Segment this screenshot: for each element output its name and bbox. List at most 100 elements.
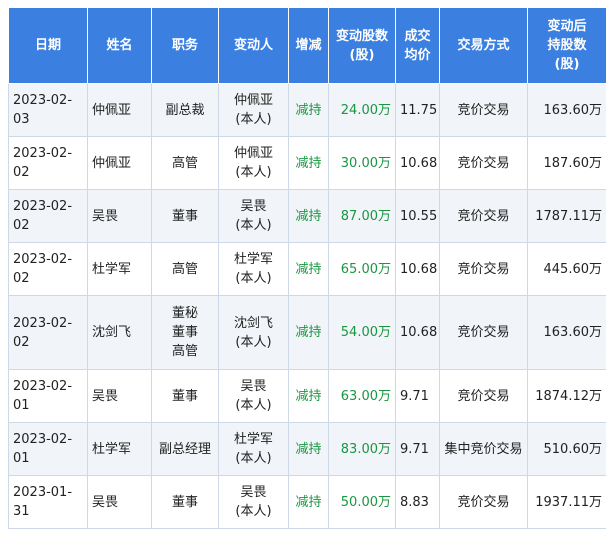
cell-direction: 减持 bbox=[288, 83, 329, 137]
table-row: 2023-02-01 杜学军 副总经理 杜学军 (本人) 减持 83.00万 9.… bbox=[8, 422, 606, 476]
changer-note: (本人) bbox=[235, 451, 272, 466]
cell-position: 董秘 董事 高管 bbox=[151, 295, 219, 370]
changer-note: (本人) bbox=[235, 504, 272, 519]
cell-direction: 减持 bbox=[288, 136, 329, 190]
cell-changer: 仲佩亚 (本人) bbox=[218, 136, 289, 190]
header-position: 职务 bbox=[151, 7, 219, 84]
cell-holding: 1787.11万 bbox=[527, 189, 606, 243]
cell-direction: 减持 bbox=[288, 369, 329, 423]
position-line: 董事 bbox=[171, 325, 198, 340]
changer-name: 杜学军 bbox=[233, 432, 273, 447]
cell-changer: 吴畏 (本人) bbox=[218, 475, 289, 529]
cell-method: 集中竞价交易 bbox=[439, 422, 528, 476]
cell-direction: 减持 bbox=[288, 242, 329, 296]
cell-position: 高管 bbox=[151, 242, 219, 296]
cell-date: 2023-02-02 bbox=[8, 189, 88, 243]
cell-date: 2023-02-02 bbox=[8, 242, 88, 296]
cell-holding: 187.60万 bbox=[527, 136, 606, 190]
cell-changer: 仲佩亚 (本人) bbox=[218, 83, 289, 137]
position-line: 高管 bbox=[171, 261, 198, 277]
cell-date: 2023-02-03 bbox=[8, 83, 88, 137]
cell-position: 副总经理 bbox=[151, 422, 219, 476]
cell-price: 10.68 bbox=[395, 295, 440, 370]
cell-date: 2023-02-01 bbox=[8, 369, 88, 423]
position-line: 董事 bbox=[171, 208, 198, 224]
changer-name: 吴畏 bbox=[240, 199, 267, 214]
cell-changer: 吴畏 (本人) bbox=[218, 189, 289, 243]
cell-method: 竞价交易 bbox=[439, 83, 528, 137]
changer-name: 杜学军 bbox=[233, 252, 273, 267]
changer-name: 吴畏 bbox=[240, 379, 267, 394]
cell-changer: 吴畏 (本人) bbox=[218, 369, 289, 423]
cell-date: 2023-02-01 bbox=[8, 422, 88, 476]
header-date: 日期 bbox=[8, 7, 88, 84]
cell-method: 竞价交易 bbox=[439, 136, 528, 190]
cell-holding: 445.60万 bbox=[527, 242, 606, 296]
header-direction: 增减 bbox=[288, 7, 329, 84]
table-row: 2023-02-01 吴畏 董事 吴畏 (本人) 减持 63.00万 9.71 竞… bbox=[8, 369, 606, 423]
table-row: 2023-01-31 吴畏 董事 吴畏 (本人) 减持 50.00万 8.83 竞… bbox=[8, 475, 606, 529]
changer-name: 仲佩亚 bbox=[233, 93, 273, 108]
cell-price: 10.55 bbox=[395, 189, 440, 243]
cell-name: 吴畏 bbox=[87, 475, 152, 529]
cell-position: 副总裁 bbox=[151, 83, 219, 137]
cell-date: 2023-02-02 bbox=[8, 295, 88, 370]
table-row: 2023-02-02 杜学军 高管 杜学军 (本人) 减持 65.00万 10.6… bbox=[8, 242, 606, 296]
cell-position: 董事 bbox=[151, 475, 219, 529]
cell-holding: 1874.12万 bbox=[527, 369, 606, 423]
cell-method: 竞价交易 bbox=[439, 242, 528, 296]
table-row: 2023-02-02 吴畏 董事 吴畏 (本人) 减持 87.00万 10.55 … bbox=[8, 189, 606, 243]
header-changer: 变动人 bbox=[218, 7, 289, 84]
cell-price: 9.71 bbox=[395, 369, 440, 423]
cell-shares: 54.00万 bbox=[328, 295, 396, 370]
changer-note: (本人) bbox=[235, 165, 272, 180]
cell-name: 沈剑飞 bbox=[87, 295, 152, 370]
changer-note: (本人) bbox=[235, 112, 272, 127]
position-line: 董秘 bbox=[171, 306, 198, 321]
cell-name: 吴畏 bbox=[87, 189, 152, 243]
changer-note: (本人) bbox=[235, 271, 272, 286]
cell-direction: 减持 bbox=[288, 295, 329, 370]
position-line: 高管 bbox=[171, 344, 198, 359]
header-holding: 变动后 持股数 (股) bbox=[527, 7, 606, 84]
cell-position: 董事 bbox=[151, 369, 219, 423]
cell-name: 仲佩亚 bbox=[87, 83, 152, 137]
cell-direction: 减持 bbox=[288, 189, 329, 243]
cell-method: 竞价交易 bbox=[439, 189, 528, 243]
position-line: 副总经理 bbox=[158, 441, 211, 457]
cell-name: 仲佩亚 bbox=[87, 136, 152, 190]
cell-shares: 24.00万 bbox=[328, 83, 396, 137]
changer-note: (本人) bbox=[235, 398, 272, 413]
changer-name: 仲佩亚 bbox=[233, 146, 273, 161]
changer-note: (本人) bbox=[235, 218, 272, 233]
cell-price: 9.71 bbox=[395, 422, 440, 476]
header-price-line2: 均价 bbox=[404, 47, 431, 63]
cell-price: 10.68 bbox=[395, 136, 440, 190]
header-price-line1: 成交 bbox=[404, 28, 431, 44]
cell-changer: 杜学军 (本人) bbox=[218, 242, 289, 296]
table-row: 2023-02-02 仲佩亚 高管 仲佩亚 (本人) 减持 30.00万 10.6… bbox=[8, 136, 606, 190]
table-row: 2023-02-03 仲佩亚 副总裁 仲佩亚 (本人) 减持 24.00万 11.… bbox=[8, 83, 606, 137]
header-method: 交易方式 bbox=[439, 7, 528, 84]
header-holding-line2: 持股数 bbox=[547, 38, 587, 53]
position-line: 董事 bbox=[171, 494, 198, 510]
cell-shares: 50.00万 bbox=[328, 475, 396, 529]
position-line: 董事 bbox=[171, 388, 198, 404]
cell-shares: 87.00万 bbox=[328, 189, 396, 243]
cell-method: 竞价交易 bbox=[439, 295, 528, 370]
cell-holding: 163.60万 bbox=[527, 295, 606, 370]
changer-name: 吴畏 bbox=[240, 485, 267, 500]
cell-direction: 减持 bbox=[288, 422, 329, 476]
insider-trading-table-container: 日期 姓名 职务 变动人 增减 变动股数 (股) 成交 均价 交易方式 变动后 … bbox=[8, 7, 606, 529]
insider-trading-table: 日期 姓名 职务 变动人 增减 变动股数 (股) 成交 均价 交易方式 变动后 … bbox=[8, 7, 606, 529]
header-price: 成交 均价 bbox=[395, 7, 440, 84]
cell-position: 高管 bbox=[151, 136, 219, 190]
header-shares-line2: (股) bbox=[349, 47, 375, 63]
header-shares: 变动股数 (股) bbox=[328, 7, 396, 84]
cell-name: 杜学军 bbox=[87, 242, 152, 296]
cell-date: 2023-01-31 bbox=[8, 475, 88, 529]
cell-price: 8.83 bbox=[395, 475, 440, 529]
cell-changer: 杜学军 (本人) bbox=[218, 422, 289, 476]
cell-shares: 30.00万 bbox=[328, 136, 396, 190]
cell-method: 竞价交易 bbox=[439, 475, 528, 529]
